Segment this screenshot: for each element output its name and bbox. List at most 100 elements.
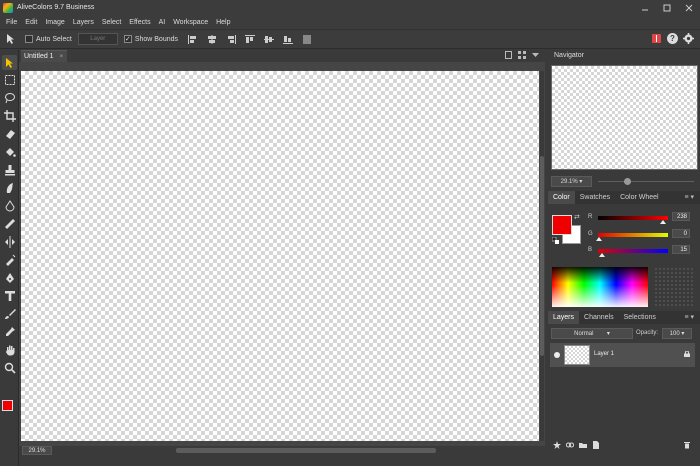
channel-g-slider[interactable]	[598, 233, 668, 237]
channel-b-slider[interactable]	[598, 249, 668, 253]
healing-tool[interactable]	[2, 252, 17, 267]
eraser-tool[interactable]	[2, 126, 17, 141]
lasso-tool[interactable]	[2, 90, 17, 105]
mirror-tool[interactable]	[2, 234, 17, 249]
align-bottom-icon	[283, 35, 294, 44]
layers-panel-menu-icon[interactable]: ≡ ▾	[684, 313, 694, 321]
auto-select-option[interactable]: Auto Select	[25, 35, 72, 43]
channel-b-handle[interactable]	[599, 253, 605, 257]
text-tool[interactable]	[2, 288, 17, 303]
pen-tool[interactable]	[2, 270, 17, 285]
status-bar: 29.1%	[19, 446, 545, 456]
channel-g-value[interactable]: 0	[672, 229, 690, 238]
align-left-button[interactable]	[188, 34, 198, 44]
tab-channels[interactable]: Channels	[579, 311, 619, 324]
channel-g-handle[interactable]	[596, 237, 602, 241]
hand-tool[interactable]	[2, 342, 17, 357]
text-t-icon	[4, 290, 15, 301]
help-icon[interactable]: ?	[667, 33, 678, 44]
menu-layers[interactable]: Layers	[69, 19, 98, 26]
tile-view-icon[interactable]	[518, 51, 526, 59]
marquee-tool[interactable]	[2, 72, 17, 87]
align-center-h-button[interactable]	[207, 34, 217, 44]
document-icon[interactable]	[505, 51, 512, 59]
align-top-button[interactable]	[245, 34, 256, 44]
tab-color-wheel[interactable]: Color Wheel	[615, 191, 664, 204]
crop-tool[interactable]	[2, 108, 17, 123]
tab-layers[interactable]: Layers	[548, 311, 580, 324]
eyedropper-tool[interactable]	[2, 324, 17, 339]
layer-mask-button[interactable]	[566, 441, 574, 449]
move-tool[interactable]	[2, 55, 17, 70]
swatch-grid[interactable]	[654, 267, 694, 307]
navigator-zoom-dropdown[interactable]: 29.1% ▾	[551, 176, 592, 187]
color-panel-menu-icon[interactable]: ≡ ▾	[684, 193, 694, 201]
book-icon[interactable]	[651, 33, 662, 44]
tab-swatches[interactable]: Swatches	[575, 191, 615, 204]
bucket-tool[interactable]	[2, 144, 17, 159]
tool-options-bar: Auto Select Layer ✓ Show Bounds ?	[0, 29, 700, 49]
show-bounds-label: Show Bounds	[134, 35, 179, 43]
close-tab-icon[interactable]: ×	[60, 54, 64, 60]
reset-colors-icon[interactable]	[552, 237, 559, 244]
visibility-eye-icon[interactable]	[554, 352, 560, 358]
channel-r-label: R	[588, 214, 593, 220]
blur-tool[interactable]	[2, 198, 17, 213]
channel-r-handle[interactable]	[660, 220, 666, 224]
menu-edit[interactable]: Edit	[21, 19, 41, 26]
align-middle-button[interactable]	[264, 35, 275, 44]
opacity-dropdown[interactable]: 100 ▾	[662, 328, 692, 339]
menu-select[interactable]: Select	[98, 19, 125, 26]
align-right-button[interactable]	[226, 34, 237, 44]
stamp-tool[interactable]	[2, 162, 17, 177]
new-layer-button[interactable]	[592, 441, 600, 449]
foreground-color-swatch[interactable]	[2, 400, 13, 411]
new-group-button[interactable]	[579, 441, 587, 449]
tab-color[interactable]: Color	[548, 191, 575, 204]
menu-image[interactable]: Image	[41, 19, 68, 26]
auto-select-checkbox[interactable]	[25, 35, 33, 43]
vertical-scrollbar[interactable]	[540, 71, 544, 441]
arrow-down-icon[interactable]	[532, 51, 539, 59]
show-bounds-option[interactable]: ✓ Show Bounds	[123, 35, 179, 43]
move-tool-preset-button[interactable]	[3, 32, 19, 46]
channel-r-slider[interactable]	[598, 216, 668, 220]
brush-tool[interactable]	[2, 306, 17, 321]
layer-effects-button[interactable]	[553, 441, 561, 449]
zoom-tool[interactable]	[2, 360, 17, 375]
title-bar: AliveColors 9.7 Business	[0, 0, 700, 15]
channel-b-value[interactable]: 15	[672, 245, 690, 254]
navigator-zoom-slider[interactable]	[598, 178, 694, 185]
delete-layer-button[interactable]	[683, 441, 691, 449]
channel-r-value[interactable]: 238	[672, 212, 690, 221]
layer-select-dropdown[interactable]: Layer	[77, 33, 118, 45]
menu-workspace[interactable]: Workspace	[169, 19, 212, 26]
maximize-button[interactable]	[656, 0, 678, 15]
menu-ai[interactable]: AI	[155, 19, 170, 26]
align-bottom-button[interactable]	[283, 35, 294, 44]
blend-mode-dropdown[interactable]: Normal ▾	[551, 328, 633, 339]
vertical-scroll-thumb[interactable]	[540, 156, 544, 356]
pen-icon	[5, 272, 14, 283]
tab-selections[interactable]: Selections	[619, 311, 661, 324]
zoom-level-field[interactable]: 29.1%	[22, 446, 52, 455]
lock-icon[interactable]	[684, 351, 690, 357]
document-tab[interactable]: Untitled 1 ×	[21, 50, 67, 62]
menu-effects[interactable]: Effects	[125, 19, 154, 26]
gradient-tool[interactable]	[2, 216, 17, 231]
transform-grid-button[interactable]	[302, 34, 312, 44]
swap-colors-icon[interactable]: ⇄	[574, 213, 580, 221]
menu-help[interactable]: Help	[212, 19, 234, 26]
minimize-button[interactable]	[634, 0, 656, 15]
show-bounds-checkbox[interactable]: ✓	[123, 35, 132, 43]
horizontal-scrollbar[interactable]	[176, 448, 436, 453]
navigator-preview[interactable]	[551, 65, 698, 170]
settings-gear-icon[interactable]	[683, 33, 694, 44]
smudge-tool[interactable]	[2, 180, 17, 195]
navigator-zoom-knob[interactable]	[624, 178, 631, 185]
layer-row[interactable]: Layer 1	[550, 343, 695, 367]
close-button[interactable]	[678, 0, 700, 15]
color-foreground-swatch-top[interactable]	[552, 215, 572, 235]
document-canvas[interactable]	[21, 71, 539, 441]
menu-file[interactable]: File	[2, 19, 21, 26]
